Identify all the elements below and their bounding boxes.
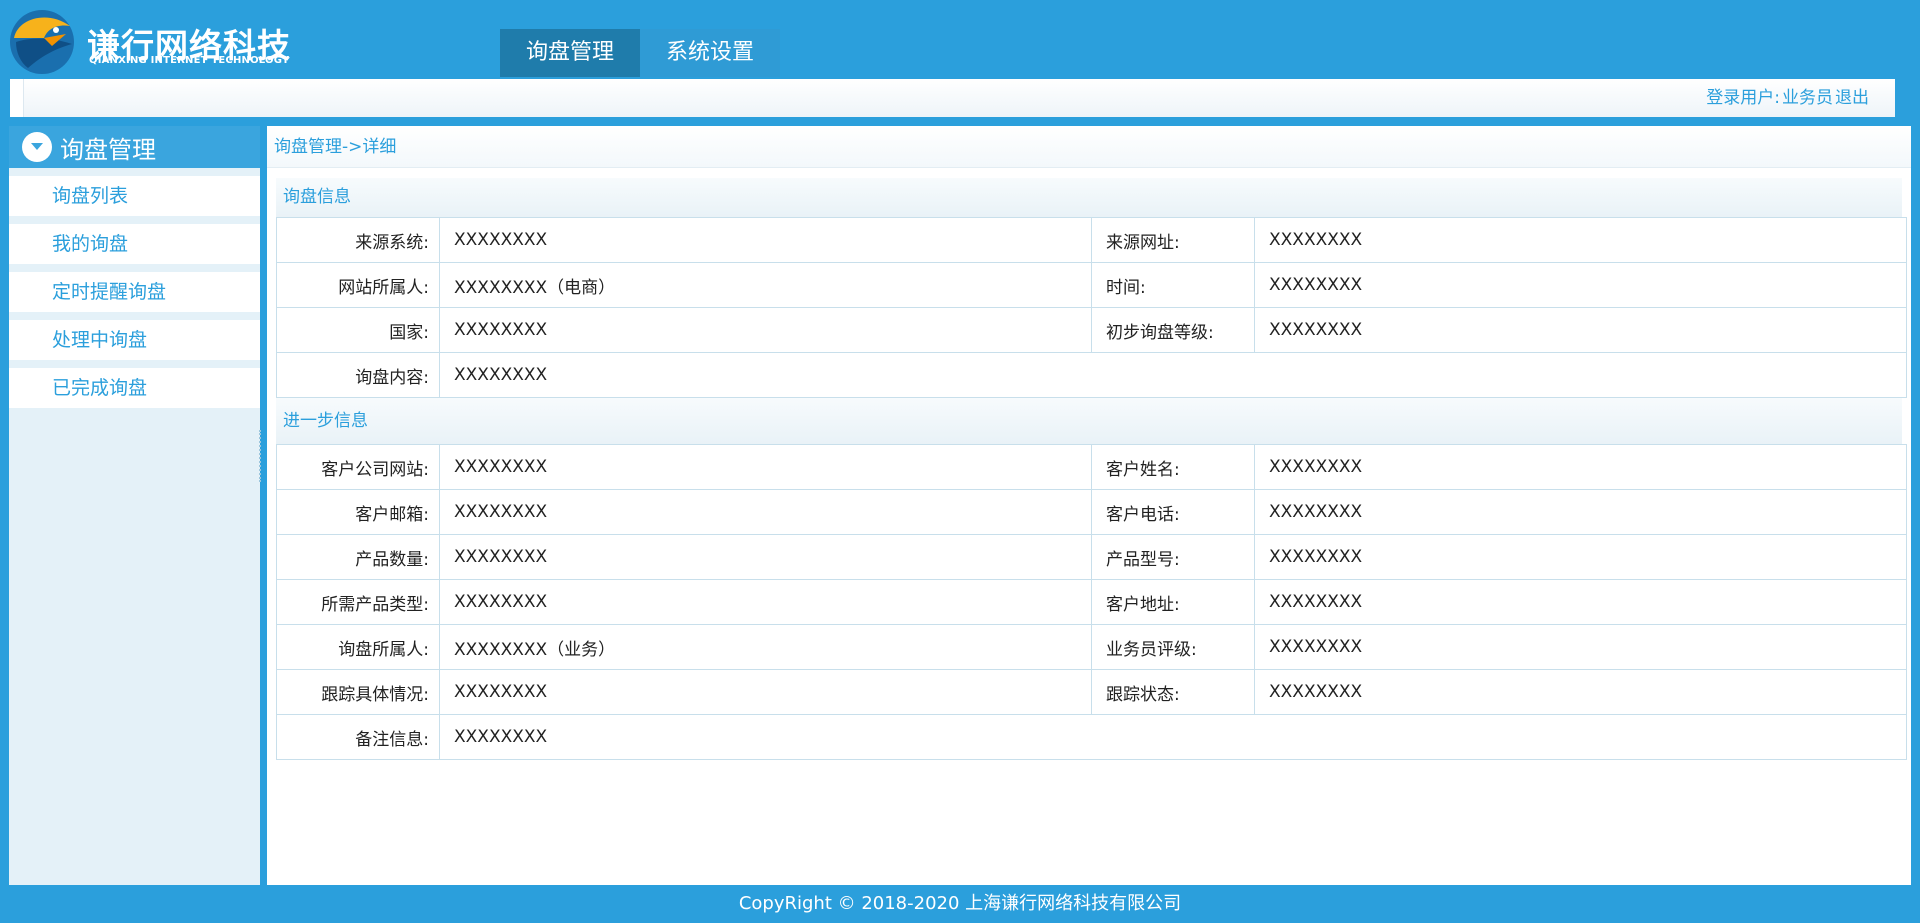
field-label: 产品数量: [276, 534, 440, 580]
sidebar-header[interactable]: 询盘管理 [9, 126, 260, 168]
sidebar-item-scheduled-reminders[interactable]: 定时提醒询盘 [9, 272, 260, 312]
field-label: 网站所属人: [276, 262, 440, 308]
field-label: 业务员评级: [1091, 624, 1255, 670]
top-nav: 询盘管理 系统设置 [500, 29, 780, 77]
field-label: 来源网址: [1091, 217, 1255, 263]
field-value: XXXXXXXX [439, 352, 1907, 398]
field-value: XXXXXXXX [1254, 262, 1907, 308]
further-info-table: 客户公司网站: XXXXXXXX 客户姓名: XXXXXXXX 客户邮箱: XX… [276, 444, 1907, 760]
field-value: XXXXXXXX [439, 534, 1092, 580]
field-value: XXXXXXXX [439, 489, 1092, 535]
field-value: XXXXXXXX（业务） [439, 624, 1092, 670]
field-label: 备注信息: [276, 714, 440, 760]
field-label: 时间: [1091, 262, 1255, 308]
field-label: 国家: [276, 307, 440, 353]
company-logo: 谦行网络科技 QIANXING INTERNET TECHNOLOGY [8, 8, 308, 76]
field-value: XXXXXXXX [1254, 534, 1907, 580]
breadcrumb: 询盘管理->详细 [267, 126, 1911, 168]
table-row: 客户公司网站: XXXXXXXX 客户姓名: XXXXXXXX [276, 444, 1907, 490]
field-label: 客户姓名: [1091, 444, 1255, 490]
table-row: 所需产品类型: XXXXXXXX 客户地址: XXXXXXXX [276, 579, 1907, 625]
table-row: 客户邮箱: XXXXXXXX 客户电话: XXXXXXXX [276, 489, 1907, 535]
table-row: 国家: XXXXXXXX 初步询盘等级: XXXXXXXX [276, 307, 1907, 353]
field-label: 产品型号: [1091, 534, 1255, 580]
field-value: XXXXXXXX [439, 307, 1092, 353]
field-label: 客户电话: [1091, 489, 1255, 535]
chevron-down-circle-icon[interactable] [22, 132, 52, 162]
field-label: 来源系统: [276, 217, 440, 263]
table-row: 备注信息: XXXXXXXX [276, 714, 1907, 760]
app-header: 谦行网络科技 QIANXING INTERNET TECHNOLOGY 询盘管理… [0, 0, 1920, 79]
table-row: 网站所属人: XXXXXXXX（电商） 时间: XXXXXXXX [276, 262, 1907, 308]
field-value: XXXXXXXX（电商） [439, 262, 1092, 308]
logo-subtitle: QIANXING INTERNET TECHNOLOGY [89, 55, 290, 66]
field-value: XXXXXXXX [439, 669, 1092, 715]
field-label: 跟踪状态: [1091, 669, 1255, 715]
table-row: 跟踪具体情况: XXXXXXXX 跟踪状态: XXXXXXXX [276, 669, 1907, 715]
field-value: XXXXXXXX [439, 217, 1092, 263]
field-value: XXXXXXXX [1254, 217, 1907, 263]
table-row: 询盘内容: XXXXXXXX [276, 352, 1907, 398]
field-value: XXXXXXXX [1254, 489, 1907, 535]
field-label: 客户邮箱: [276, 489, 440, 535]
bird-logo-icon [10, 10, 74, 74]
field-value: XXXXXXXX [439, 714, 1907, 760]
section-title-inquiry-info: 询盘信息 [276, 178, 1902, 217]
field-label: 询盘所属人: [276, 624, 440, 670]
field-value: XXXXXXXX [1254, 669, 1907, 715]
user-bar: 登录用户: 业务员 退出 [10, 79, 1895, 117]
field-value: XXXXXXXX [1254, 444, 1907, 490]
userbar-edge [10, 79, 24, 117]
user-info: 登录用户: 业务员 退出 [1704, 79, 1869, 117]
tab-inquiry-management[interactable]: 询盘管理 [500, 29, 640, 77]
main-content: 询盘管理->详细 询盘信息 来源系统: XXXXXXXX 来源网址: XXXXX… [267, 126, 1911, 885]
tab-system-settings[interactable]: 系统设置 [640, 29, 780, 77]
field-value: XXXXXXXX [1254, 579, 1907, 625]
footer-copyright: CopyRight © 2018-2020 上海谦行网络科技有限公司 [0, 885, 1920, 923]
sidebar-item-inquiry-list[interactable]: 询盘列表 [9, 176, 260, 216]
sidebar-item-completed[interactable]: 已完成询盘 [9, 368, 260, 408]
user-name: 业务员 [1782, 88, 1833, 108]
section-title-further-info: 进一步信息 [276, 398, 1902, 444]
field-label: 初步询盘等级: [1091, 307, 1255, 353]
field-value: XXXXXXXX [1254, 307, 1907, 353]
sidebar: 询盘管理 询盘列表 我的询盘 定时提醒询盘 处理中询盘 已完成询盘 [9, 126, 260, 885]
sidebar-item-in-progress[interactable]: 处理中询盘 [9, 320, 260, 360]
table-row: 询盘所属人: XXXXXXXX（业务） 业务员评级: XXXXXXXX [276, 624, 1907, 670]
field-label: 询盘内容: [276, 352, 440, 398]
sidebar-title: 询盘管理 [60, 135, 156, 164]
sidebar-item-my-inquiries[interactable]: 我的询盘 [9, 224, 260, 264]
field-value: XXXXXXXX [439, 444, 1092, 490]
table-row: 来源系统: XXXXXXXX 来源网址: XXXXXXXX [276, 217, 1907, 263]
field-label: 所需产品类型: [276, 579, 440, 625]
panel-splitter-handle[interactable] [259, 430, 265, 482]
field-label: 客户地址: [1091, 579, 1255, 625]
field-value: XXXXXXXX [439, 579, 1092, 625]
logout-link[interactable]: 退出 [1835, 88, 1869, 108]
field-label: 跟踪具体情况: [276, 669, 440, 715]
inquiry-info-table: 来源系统: XXXXXXXX 来源网址: XXXXXXXX 网站所属人: XXX… [276, 217, 1907, 398]
field-label: 客户公司网站: [276, 444, 440, 490]
table-row: 产品数量: XXXXXXXX 产品型号: XXXXXXXX [276, 534, 1907, 580]
field-value: XXXXXXXX [1254, 624, 1907, 670]
user-label: 登录用户: [1706, 88, 1780, 108]
